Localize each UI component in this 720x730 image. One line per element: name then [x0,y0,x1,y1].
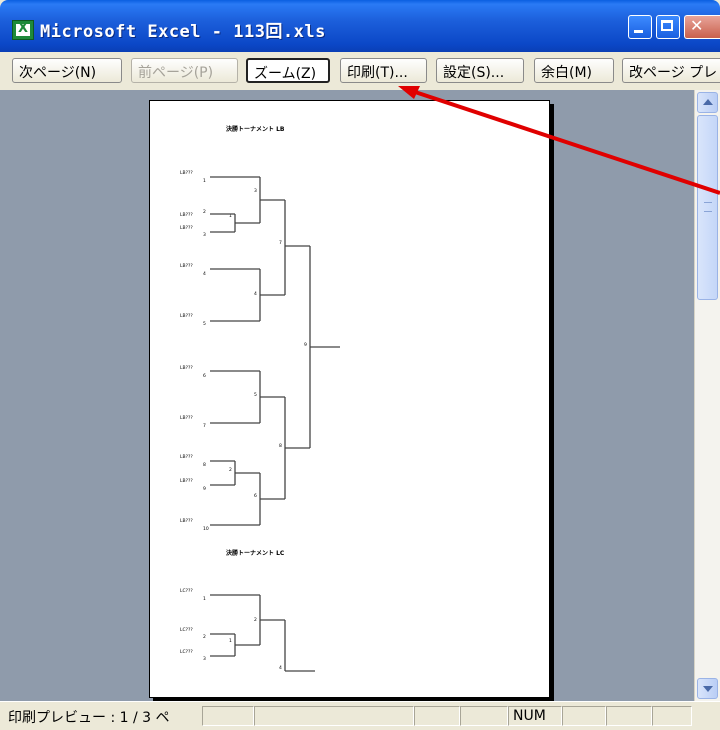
close-button[interactable] [684,15,720,39]
scroll-thumb[interactable] [697,115,718,300]
player-name: LB??? [180,263,193,269]
player-name: LC??? [180,649,193,655]
player-name: LC??? [180,627,193,633]
status-panel [562,706,606,726]
match-number: 3 [254,188,257,194]
status-panel [414,706,460,726]
setup-button[interactable]: 設定(S)... [436,58,524,83]
status-panel [202,706,254,726]
player-name: LB??? [180,478,193,484]
player-number: 5 [203,321,206,327]
maximize-button[interactable] [656,15,680,39]
section1-title: 決勝トーナメント LB [226,125,285,133]
player-name: LB??? [180,313,193,319]
num-lock-indicator: NUM [508,706,562,726]
status-panel [460,706,508,726]
scroll-down-arrow-icon[interactable] [697,678,718,699]
preview-area: 決勝トーナメント LB 決勝トーナメント LC LB??? 1 LB??? 2 … [0,90,694,701]
player-number: 1 [203,178,206,184]
player-name: LC??? [180,588,193,594]
prev-page-button[interactable]: 前ページ(P) [131,58,238,83]
scroll-up-arrow-icon[interactable] [697,92,718,113]
player-name: LB??? [180,454,193,460]
match-number: 6 [254,493,257,499]
excel-icon[interactable] [12,20,34,40]
player-number: 6 [203,373,206,379]
player-name: LB??? [180,170,193,176]
print-button[interactable]: 印刷(T)... [340,58,427,83]
status-panel [254,706,414,726]
player-name: LB??? [180,365,193,371]
tournament-bracket: 決勝トーナメント LB 決勝トーナメント LC LB??? 1 LB??? 2 … [180,125,340,672]
grip-icon [704,202,712,212]
match-number: 4 [254,291,257,297]
preview-page: 決勝トーナメント LB 決勝トーナメント LC LB??? 1 LB??? 2 … [149,100,550,698]
match-number: 5 [254,392,257,398]
player-number: 8 [203,462,206,468]
match-number: 2 [254,617,257,623]
page-break-preview-button[interactable]: 改ページ プレ [622,58,720,83]
bracket-lines [210,176,340,672]
zoom-button[interactable]: ズーム(Z) [246,58,330,83]
player-number: 2 [203,209,206,215]
match-number: 4 [279,665,282,671]
player-name: LB??? [180,212,193,218]
margins-button[interactable]: 余白(M) [534,58,614,83]
player-number: 1 [203,596,206,602]
player-name: LB??? [180,415,193,421]
match-number: 7 [279,240,282,246]
player-number: 4 [203,271,206,277]
player-number: 2 [203,634,206,640]
match-number: 8 [279,443,282,449]
minimize-button[interactable] [628,15,652,39]
status-bar: 印刷プレビュー : 1 / 3 ペ NUM [0,701,720,730]
player-name: LB??? [180,518,193,524]
player-number: 7 [203,423,206,429]
match-number: 1 [229,638,232,644]
status-panel [652,706,692,726]
next-page-button[interactable]: 次ページ(N) [12,58,122,83]
section2-title: 決勝トーナメント LC [226,549,285,557]
window-title: Microsoft Excel - 113回.xls [40,22,326,42]
player-number: 3 [203,232,206,238]
print-preview-toolbar: 次ページ(N) 前ページ(P) ズーム(Z) 印刷(T)... 設定(S)...… [0,52,720,91]
match-number: 9 [304,342,307,348]
status-panel [606,706,652,726]
player-number: 9 [203,486,206,492]
vertical-scrollbar[interactable] [694,90,720,701]
match-number: 2 [229,467,232,473]
player-number: 3 [203,656,206,662]
status-text: 印刷プレビュー : 1 / 3 ペ [8,710,170,726]
player-name: LB??? [180,225,193,231]
title-bar: Microsoft Excel - 113回.xls [0,0,720,52]
player-number: 10 [203,526,209,532]
